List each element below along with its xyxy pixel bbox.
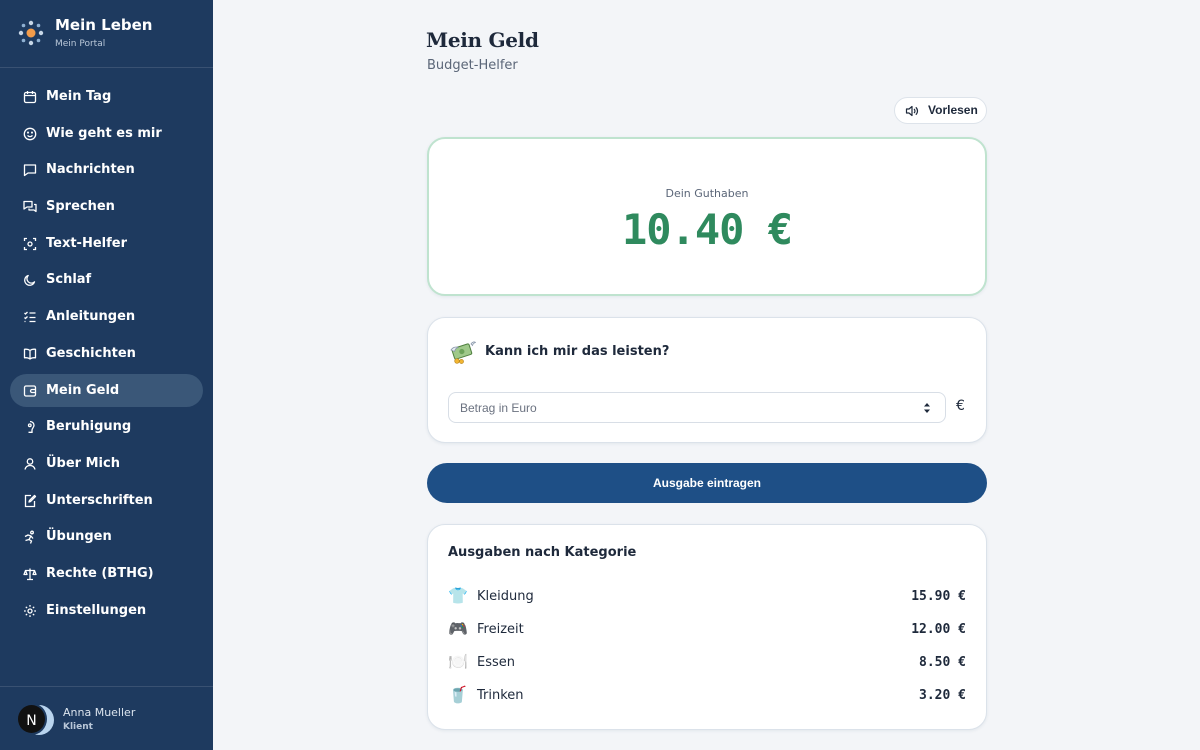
currency-symbol: € <box>956 398 965 414</box>
category-amount: 12.00 € <box>911 622 966 637</box>
category-row-freizeit: 🎮 Freizeit 12.00 € <box>448 619 966 641</box>
user-profile[interactable]: N Anna Mueller Klient <box>0 686 213 750</box>
sidebar-item-uebungen[interactable]: Übungen <box>10 520 203 553</box>
sidebar-item-nachrichten[interactable]: Nachrichten <box>10 153 203 186</box>
sidebar-item-label: Nachrichten <box>46 162 135 178</box>
afford-check-title: Kann ich mir das leisten? <box>485 344 670 359</box>
category-amount: 3.20 € <box>919 688 966 703</box>
shirt-icon: 👕 <box>448 586 468 605</box>
scan-text-icon <box>23 237 37 251</box>
sidebar-item-label: Übungen <box>46 529 112 545</box>
moon-icon <box>23 273 37 287</box>
user-name: Anna Mueller <box>63 706 136 719</box>
add-expense-button[interactable]: Ausgabe eintragen <box>427 463 987 503</box>
sidebar-item-rechte-bthg[interactable]: Rechte (BTHG) <box>10 557 203 590</box>
category-name: Essen <box>477 655 515 670</box>
page-subtitle: Budget-Helfer <box>427 58 518 73</box>
exercise-icon <box>23 530 37 544</box>
sidebar-item-wie-geht-es-mir[interactable]: Wie geht es mir <box>10 117 203 150</box>
sidebar-item-label: Anleitungen <box>46 309 136 325</box>
sidebar-item-label: Einstellungen <box>46 602 147 618</box>
sidebar-item-label: Mein Geld <box>46 382 120 398</box>
sidebar-item-mein-geld[interactable]: Mein Geld <box>10 373 203 407</box>
sidebar-item-label: Wie geht es mir <box>46 125 162 141</box>
gear-icon <box>23 604 37 618</box>
sidebar-item-mein-tag[interactable]: Mein Tag <box>10 80 203 113</box>
category-expenses-title: Ausgaben nach Kategorie <box>448 545 637 560</box>
sidebar-item-label: Schlaf <box>46 272 92 288</box>
wallet-icon <box>23 384 37 398</box>
sidebar-item-label: Rechte (BTHG) <box>46 565 154 581</box>
signature-icon <box>23 494 37 508</box>
category-row-kleidung: 👕 Kleidung 15.90 € <box>448 586 966 608</box>
sidebar-item-einstellungen[interactable]: Einstellungen <box>10 594 203 627</box>
category-expenses-card: Ausgaben nach Kategorie 👕 Kleidung 15.90… <box>427 524 987 730</box>
sidebar-item-label: Geschichten <box>46 345 136 361</box>
sidebar-item-geschichten[interactable]: Geschichten <box>10 337 203 370</box>
balance-value: 10.40 € <box>621 205 793 254</box>
balance-label: Dein Guthaben <box>665 187 749 200</box>
calendar-icon <box>23 90 37 104</box>
add-expense-label: Ausgabe eintragen <box>652 476 762 490</box>
category-row-essen: 🍽️ Essen 8.50 € <box>448 652 966 674</box>
breath-icon <box>23 420 37 434</box>
category-name: Kleidung <box>477 589 534 604</box>
sidebar-item-text-helfer[interactable]: Text-Helfer <box>10 227 203 260</box>
sidebar-item-label: Unterschriften <box>46 492 153 508</box>
sidebar-item-unterschriften[interactable]: Unterschriften <box>10 484 203 517</box>
avatar: N <box>16 703 54 735</box>
message-icon <box>23 163 37 177</box>
balance-card: Dein Guthaben 10.40 € <box>427 137 987 296</box>
page-title: Mein Geld <box>426 28 539 52</box>
brand-header: Mein Leben Mein Portal <box>0 0 213 68</box>
speaker-icon <box>905 105 919 117</box>
sidebar-item-anleitungen[interactable]: Anleitungen <box>10 300 203 333</box>
gamepad-icon: 🎮 <box>448 619 468 638</box>
avatar-initial: N <box>16 703 47 735</box>
read-aloud-button[interactable]: Vorlesen <box>894 97 987 124</box>
sidebar-item-label: Über Mich <box>46 455 120 471</box>
app-subtitle: Mein Portal <box>55 39 106 49</box>
sidebar-item-schlaf[interactable]: Schlaf <box>10 263 203 296</box>
sidebar: Mein Leben Mein Portal Mein Tag Wie geht… <box>0 0 213 750</box>
category-amount: 8.50 € <box>919 655 966 670</box>
read-aloud-label: Vorlesen <box>928 103 978 117</box>
amount-input[interactable] <box>448 392 946 423</box>
checklist-icon <box>23 310 37 324</box>
book-icon <box>23 347 37 361</box>
sidebar-item-sprechen[interactable]: Sprechen <box>10 190 203 223</box>
scales-icon <box>23 567 37 581</box>
sidebar-item-label: Mein Tag <box>46 89 112 104</box>
smiley-icon <box>23 127 37 141</box>
sidebar-nav: Mein Tag Wie geht es mir Nachrichten Spr… <box>10 80 203 630</box>
user-role: Klient <box>63 722 93 732</box>
app-title: Mein Leben <box>55 16 153 34</box>
sidebar-item-label: Sprechen <box>46 199 115 215</box>
category-name: Freizeit <box>477 622 524 637</box>
chat-bubbles-icon <box>23 200 37 214</box>
afford-check-card: Kann ich mir das leisten? € <box>427 317 987 443</box>
category-name: Trinken <box>477 688 524 703</box>
category-row-trinken: 🥤 Trinken 3.20 € <box>448 685 966 707</box>
logo-icon <box>18 20 44 46</box>
plate-icon: 🍽️ <box>448 652 468 671</box>
number-stepper-icon[interactable] <box>922 401 932 415</box>
sidebar-item-beruhigung[interactable]: Beruhigung <box>10 410 203 443</box>
category-amount: 15.90 € <box>911 589 966 604</box>
sidebar-item-label: Beruhigung <box>46 419 132 435</box>
sidebar-item-ueber-mich[interactable]: Über Mich <box>10 447 203 480</box>
money-wings-icon <box>450 341 476 364</box>
sidebar-item-label: Text-Helfer <box>46 235 127 251</box>
drink-icon: 🥤 <box>448 685 468 704</box>
person-icon <box>23 457 37 471</box>
